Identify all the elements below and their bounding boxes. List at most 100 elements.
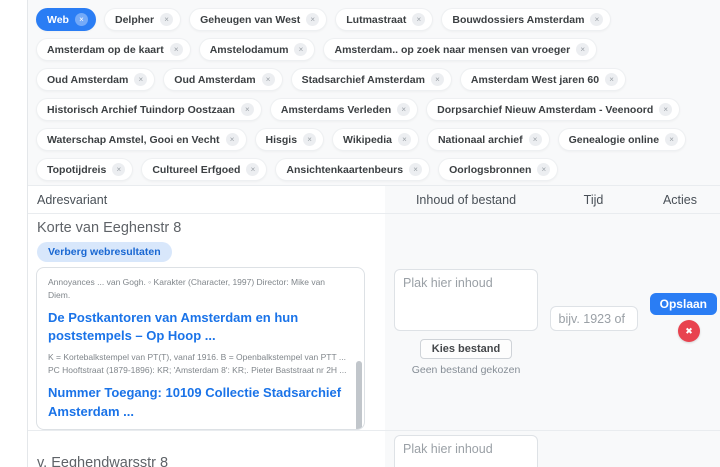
filter-chip[interactable]: Genealogie online × [558,128,686,151]
filter-chip-label: Amsterdams Verleden [281,104,391,116]
filter-chip[interactable]: Web × [36,8,96,31]
filter-chip[interactable]: Amsterdam West jaren 60 × [460,68,626,91]
page: Web×Delpher×Geheugen van West×Lutmastraa… [0,0,720,467]
filter-chip-label: Amsterdam West jaren 60 [471,74,599,86]
filter-chip-label: Web [47,14,69,26]
filter-chip[interactable]: Bouwdossiers Amsterdam × [441,8,611,31]
toggle-webresults-button[interactable]: Verberg webresultaten [37,242,172,262]
result-link[interactable]: Nummer Toegang: 10109 Collectie Stadsarc… [48,384,348,422]
filter-chip[interactable]: Waterschap Amstel, Gooi en Vecht × [36,128,247,151]
chip-close-icon[interactable]: × [537,163,550,176]
choose-file-button[interactable]: Kies bestand [420,339,512,359]
result-snippet: Annoyances ... van Gogh. ◦ Karakter (Cha… [48,276,348,302]
filter-chip-label: Amstelodamum [210,44,289,56]
filter-chip[interactable]: Amstelodamum × [199,38,316,61]
chip-close-icon[interactable]: × [409,163,422,176]
filter-chip[interactable]: Ansichtenkaartenbeurs × [275,158,430,181]
filter-chip-label: Lutmastraat [346,14,406,26]
chip-close-icon[interactable]: × [241,103,254,116]
time-input[interactable] [550,306,638,331]
chip-close-icon[interactable]: × [398,133,411,146]
chip-close-icon[interactable]: × [170,43,183,56]
filter-chip[interactable]: Delpher× [104,8,181,31]
delete-x-icon[interactable]: ✖ [685,326,693,336]
chip-close-icon[interactable]: × [576,43,589,56]
filter-chip[interactable]: Amsterdam.. op zoek naar mensen van vroe… [323,38,597,61]
filter-chip[interactable]: Amsterdams Verleden × [270,98,418,121]
filter-chip-label: Topotijdreis [47,164,106,176]
webresults-panel: Annoyances ... van Gogh. ◦ Karakter (Cha… [36,267,365,430]
filter-chip-label: Bouwdossiers Amsterdam [452,14,584,26]
table-header-row: Adresvariant Inhoud of bestand Tijd Acti… [28,186,720,214]
filter-chip[interactable]: Wikipedia × [332,128,419,151]
chip-close-icon[interactable]: × [246,163,259,176]
result-snippet: 1017. Tip-Top Theater. Feestvoorstelling… [48,426,348,430]
address-cell: v. Eeghendwarsstr 8 Toon webresultaten [28,431,385,467]
address-table: Adresvariant Inhoud of bestand Tijd Acti… [28,185,720,467]
filter-chip[interactable]: Historisch Archief Tuindorp Oostzaan × [36,98,262,121]
filter-chip-label: Cultureel Erfgoed [152,164,240,176]
file-status-text: Geen bestand gekozen [412,364,521,376]
chip-close-icon[interactable]: × [412,13,425,26]
filter-chip[interactable]: Stadsarchief Amsterdam× [291,68,452,91]
address-title: v. Eeghendwarsstr 8 [37,455,385,467]
filter-chip[interactable]: Oud Amsterdam × [36,68,155,91]
time-cell [547,214,640,430]
filter-chip-label: Wikipedia [343,134,392,146]
filter-chip-label: Waterschap Amstel, Gooi en Vecht [47,134,220,146]
chip-close-icon[interactable]: × [431,73,444,86]
result-snippet: K = Kortebalkstempel van PT(T), vanaf 19… [48,351,348,377]
filter-chip-label: Oud Amsterdam [174,74,255,86]
main-panel: Web×Delpher×Geheugen van West×Lutmastraa… [28,0,720,467]
filter-chip-label: Geheugen van West [200,14,300,26]
filter-chip-label: Amsterdam op de kaart [47,44,164,56]
filter-chip-label: Hisgis [266,134,298,146]
content-cell: Kies bestand Geen bestand gekozen [385,214,547,430]
filter-chip[interactable]: Oorlogsbronnen× [438,158,558,181]
address-title: Korte van Eeghenstr 8 [37,220,385,236]
chip-close-icon[interactable]: × [226,133,239,146]
table-row: v. Eeghendwarsstr 8 Toon webresultaten K… [28,430,720,467]
chip-close-icon[interactable]: × [262,73,275,86]
filter-chip-label: Genealogie online [569,134,659,146]
chip-close-icon[interactable]: × [134,73,147,86]
filter-chip[interactable]: Amsterdam op de kaart × [36,38,191,61]
content-textarea[interactable] [394,435,538,467]
filter-chip[interactable]: Lutmastraat × [335,8,433,31]
chip-close-icon[interactable]: × [75,13,88,26]
filter-chip-label: Dorpsarchief Nieuw Amsterdam - Veenoord [437,104,653,116]
filter-chip[interactable]: Hisgis × [255,128,325,151]
filter-chip-label: Historisch Archief Tuindorp Oostzaan [47,104,235,116]
actions-cell: Opslaan ✖ [640,431,720,467]
content-textarea[interactable] [394,269,538,331]
filter-chip[interactable]: Cultureel Erfgoed × [141,158,267,181]
filter-chip[interactable]: Geheugen van West × [189,8,327,31]
result-link[interactable]: De Postkantoren van Amsterdam en hun pos… [48,309,348,347]
results-scrollbar[interactable] [356,361,362,430]
chip-close-icon[interactable]: × [306,13,319,26]
filter-chip[interactable]: Dorpsarchief Nieuw Amsterdam - Veenoord × [426,98,680,121]
chip-close-icon[interactable]: × [303,133,316,146]
address-cell: Korte van Eeghenstr 8 Verberg webresulta… [28,214,385,430]
chip-close-icon[interactable]: × [590,13,603,26]
chip-close-icon[interactable]: × [160,13,173,26]
filter-chip[interactable]: Topotijdreis × [36,158,133,181]
filter-chip-label: Nationaal archief [438,134,523,146]
chip-close-icon[interactable]: × [605,73,618,86]
filter-chip[interactable]: Nationaal archief × [427,128,550,151]
chip-close-icon[interactable]: × [529,133,542,146]
chip-close-icon[interactable]: × [665,133,678,146]
save-button[interactable]: Opslaan [650,293,717,315]
column-header-inhoud: Inhoud of bestand [385,186,547,213]
column-header-acties: Acties [640,186,720,213]
filter-chip-label: Ansichtenkaartenbeurs [286,164,403,176]
delete-button: ✖ [678,320,700,342]
chip-close-icon[interactable]: × [294,43,307,56]
chip-close-icon[interactable]: × [112,163,125,176]
chip-close-icon[interactable]: × [659,103,672,116]
source-filter-list: Web×Delpher×Geheugen van West×Lutmastraa… [28,0,720,185]
filter-chip-label: Oud Amsterdam [47,74,128,86]
chip-close-icon[interactable]: × [397,103,410,116]
filter-chip[interactable]: Oud Amsterdam × [163,68,282,91]
time-cell [547,431,640,467]
